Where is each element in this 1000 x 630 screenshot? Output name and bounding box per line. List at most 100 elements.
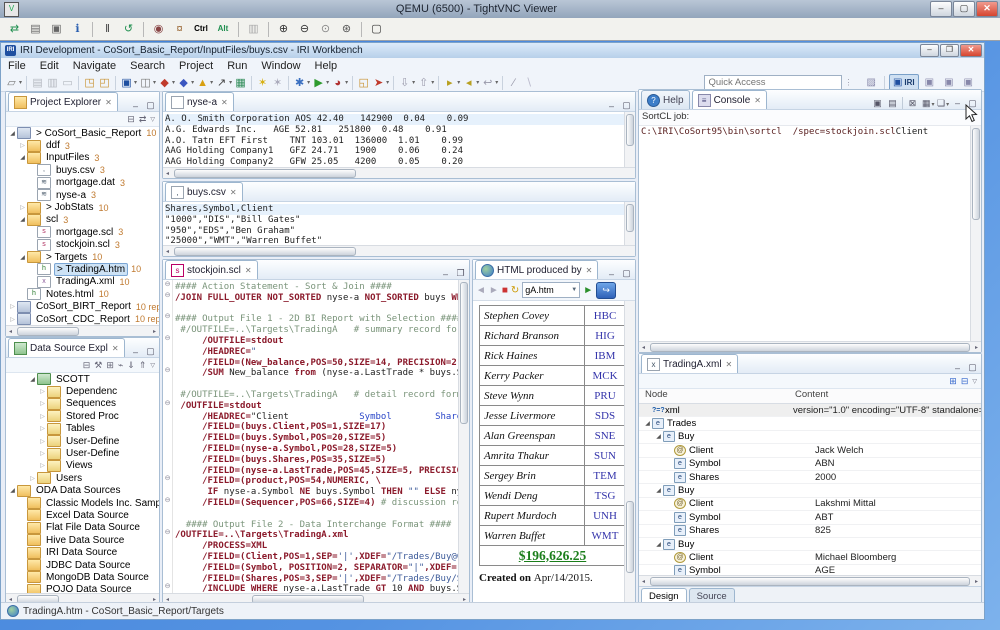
xml-tree-row[interactable]: ◢eTrades	[639, 417, 981, 430]
dropdown-caret-icon[interactable]: ▾	[345, 79, 348, 86]
flag-next-button[interactable]: ▸▾	[443, 75, 460, 90]
data-source-explorer-item[interactable]: Classic Models Inc. Sampl	[6, 497, 159, 509]
dropdown-caret-icon[interactable]: ▾	[172, 79, 175, 86]
console-output[interactable]: C:\IRI\CoSort95\bin\sortcl /spec=stockjo…	[639, 126, 981, 138]
db-tool-button[interactable]: ◫▾	[139, 75, 156, 90]
project-explorer-item[interactable]: smortgage.scl3	[6, 226, 159, 238]
zoom-out-icon[interactable]: ⊖	[295, 20, 314, 38]
full-screen-icon[interactable]: ▢	[367, 20, 386, 38]
expanded-twisty-icon[interactable]: ◢	[8, 130, 17, 137]
xml-tree-row[interactable]: @ClientJack Welch	[639, 444, 981, 457]
hotkeys-icon[interactable]: ¤	[170, 20, 189, 38]
print-button[interactable]: ▭	[61, 75, 74, 90]
fold-collapse-icon[interactable]: ⊖	[163, 399, 172, 410]
next-annotation-button[interactable]: ⇩▾	[398, 75, 415, 90]
report-red-button[interactable]: ◆▾	[158, 75, 175, 90]
data-source-explorer-item[interactable]: ◢SCOTT	[6, 373, 159, 385]
fold-collapse-icon[interactable]: ⊖	[163, 582, 172, 593]
xml-tree-row[interactable]: ◢eBuy	[639, 538, 981, 551]
dropdown-caret-icon[interactable]: ▾	[134, 79, 137, 86]
import-icon[interactable]: ⇓	[127, 360, 135, 371]
close-icon[interactable]: ✕	[245, 266, 252, 275]
data-source-explorer-item[interactable]: ▷Sequences	[6, 398, 159, 410]
xml-tree-row[interactable]: eSymbolAGE	[639, 565, 981, 575]
close-icon[interactable]: ✕	[221, 98, 228, 107]
project-explorer-item[interactable]: ≋nyse-a3	[6, 189, 159, 201]
collapsed-twisty-icon[interactable]: ▷	[8, 316, 17, 323]
close-icon[interactable]: ✕	[754, 96, 761, 105]
refresh-icon[interactable]: ↻	[511, 285, 519, 296]
xml-tree-row[interactable]: eShares825	[639, 525, 981, 538]
back-icon[interactable]: ◄	[476, 285, 486, 296]
file-transfer-icon[interactable]: ▥	[244, 20, 263, 38]
refresh-icon[interactable]: ↺	[119, 20, 138, 38]
collapsed-twisty-icon[interactable]: ▷	[38, 388, 47, 395]
flag-prev-button[interactable]: ◂▾	[462, 75, 479, 90]
minimize-view-icon[interactable]: –	[130, 101, 141, 111]
xml-tree-row[interactable]: eShares2000	[639, 471, 981, 484]
tab-buys-csv[interactable]: , buys.csv ✕	[165, 182, 243, 201]
close-icon[interactable]: ✕	[230, 188, 237, 197]
fold-collapse-icon[interactable]: ⊖	[163, 291, 172, 302]
project-explorer-item[interactable]: xTradingA.xml10	[6, 276, 159, 288]
expanded-twisty-icon[interactable]: ◢	[18, 254, 27, 261]
project-explorer-item[interactable]: ◢> CoSort_Basic_Report10 rep	[6, 127, 159, 139]
display-console-icon[interactable]: ▦▾	[922, 98, 933, 109]
close-icon[interactable]: ✕	[726, 360, 733, 369]
eclipse-minimize-button[interactable]: –	[920, 44, 939, 57]
ctrl-key-button[interactable]: Ctrl	[191, 20, 211, 38]
zoom-100-icon[interactable]: ⊙	[316, 20, 335, 38]
forward-icon[interactable]: ►	[489, 285, 499, 296]
dropdown-caret-icon[interactable]: ▾	[431, 79, 434, 86]
dropdown-caret-icon[interactable]: ▾	[326, 79, 329, 86]
vertical-scrollbar[interactable]	[458, 280, 469, 593]
edit-mode-button[interactable]: ∖	[522, 75, 535, 90]
ctrl-alt-del-icon[interactable]: ◉	[149, 20, 168, 38]
data-source-explorer-item[interactable]: ▷Dependenc	[6, 385, 159, 397]
xml-tree-row[interactable]: eSymbolABT	[639, 511, 981, 524]
data-source-explorer-item[interactable]: ▷Tables	[6, 423, 159, 435]
vertical-scrollbar[interactable]	[624, 202, 635, 245]
profile-button[interactable]: ◕▾	[331, 75, 348, 90]
project-explorer-item[interactable]: sstockjoin.scl3	[6, 239, 159, 251]
collapsed-twisty-icon[interactable]: ▷	[38, 425, 47, 432]
xml-tree-row[interactable]: ◢eBuy	[639, 484, 981, 497]
scl-editor-content[interactable]: #### Action Statement - Sort & Join ####…	[173, 280, 469, 593]
menu-file[interactable]: File	[1, 60, 33, 72]
tab-data-source-explorer[interactable]: Data Source Expl ✕	[8, 338, 125, 357]
content-column-header[interactable]: Content	[795, 389, 828, 403]
tab-tradinga-xml[interactable]: x TradingA.xml ✕	[641, 354, 738, 373]
xml-tree-row[interactable]: ?=?xmlversion="1.0" encoding="UTF-8" sta…	[639, 404, 981, 417]
expanded-twisty-icon[interactable]: ◢	[643, 420, 652, 427]
import-button[interactable]: ◳	[83, 75, 96, 90]
deploy-button[interactable]: ↗▾	[215, 75, 232, 90]
collapsed-twisty-icon[interactable]: ▷	[18, 204, 27, 211]
minimize-view-icon[interactable]: –	[130, 347, 141, 357]
data-source-explorer-item[interactable]: ▷Users	[6, 472, 159, 484]
buys-editor-content[interactable]: Shares,Symbol,Client"1000","DIS","Bill G…	[163, 202, 635, 245]
wand-button[interactable]: ✶	[256, 75, 269, 90]
collapsed-twisty-icon[interactable]: ▷	[38, 413, 47, 420]
clear-console-icon[interactable]: ⊠	[907, 98, 918, 109]
auto-layout-icon[interactable]: ⊞	[106, 360, 114, 371]
save-all-button[interactable]: ▥	[46, 75, 59, 90]
project-explorer-item[interactable]: ◢> Targets10	[6, 251, 159, 263]
collapsed-twisty-icon[interactable]: ▷	[38, 450, 47, 457]
data-source-explorer-item[interactable]: POJO Data Source	[6, 584, 159, 593]
data-source-explorer-item[interactable]: Flat File Data Source	[6, 522, 159, 534]
back-history-button[interactable]: ↩▾	[481, 75, 498, 90]
view-menu-icon[interactable]: ▽	[150, 362, 155, 369]
tab-nyse-a[interactable]: nyse-a ✕	[165, 92, 234, 111]
minimize-view-icon[interactable]: –	[952, 363, 963, 373]
dropdown-caret-icon[interactable]: ▾	[191, 79, 194, 86]
collapse-all-icon[interactable]: ⊟	[961, 376, 969, 387]
debug-button[interactable]: ✱▾	[293, 75, 310, 90]
dropdown-caret-icon[interactable]: ▾	[457, 79, 460, 86]
project-explorer-item[interactable]: ◢InputFiles3	[6, 152, 159, 164]
close-icon[interactable]: ✕	[586, 266, 593, 275]
zoom-fit-icon[interactable]: ⊛	[337, 20, 356, 38]
link-editor-icon[interactable]: ⇄	[139, 114, 147, 125]
horizontal-scrollbar[interactable]: ◂	[163, 245, 635, 256]
dropdown-caret-icon[interactable]: ▾	[19, 79, 22, 86]
menu-run[interactable]: Run	[220, 60, 254, 72]
